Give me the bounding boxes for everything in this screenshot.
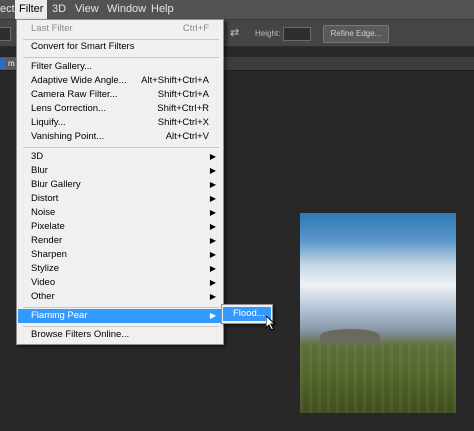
menu-item-adaptive-wide-angle[interactable]: Adaptive Wide Angle... Alt+Shift+Ctrl+A <box>18 74 222 88</box>
submenu-arrow-icon: ▶ <box>209 180 216 189</box>
submenu-blur-gallery-label: Blur Gallery <box>31 179 81 190</box>
document-photo[interactable] <box>300 213 456 413</box>
menu-item-camera-raw[interactable]: Camera Raw Filter... Shift+Ctrl+A <box>18 88 222 102</box>
photo-ground <box>300 343 456 413</box>
lens-correction-shortcut: Shift+Ctrl+R <box>157 103 209 114</box>
submenu-arrow-icon: ▶ <box>209 152 216 161</box>
submenu-other-label: Other <box>31 291 55 302</box>
submenu-arrow-icon: ▶ <box>209 194 216 203</box>
photo-hill <box>320 329 380 343</box>
adaptive-wide-angle-shortcut: Alt+Shift+Ctrl+A <box>141 75 209 86</box>
menu-item-pixelate[interactable]: Pixelate ▶ <box>18 220 222 234</box>
menu-item-render[interactable]: Render ▶ <box>18 234 222 248</box>
menu-item-flood[interactable]: Flood... <box>223 307 271 321</box>
submenu-stylize-label: Stylize <box>31 263 59 274</box>
menu-item-sharpen[interactable]: Sharpen ▶ <box>18 248 222 262</box>
submenu-arrow-icon: ▶ <box>209 222 216 231</box>
menu-help[interactable]: Help <box>151 0 174 19</box>
menu-item-blur[interactable]: Blur ▶ <box>18 164 222 178</box>
refine-edge-button[interactable]: Refine Edge... <box>323 25 389 43</box>
menu-item-distort[interactable]: Distort ▶ <box>18 192 222 206</box>
menu-item-video[interactable]: Video ▶ <box>18 276 222 290</box>
height-label: Height: <box>255 29 281 38</box>
last-filter-shortcut: Ctrl+F <box>182 23 209 34</box>
menu-item-vanishing-point[interactable]: Vanishing Point... Alt+Ctrl+V <box>18 130 222 144</box>
submenu-arrow-icon: ▶ <box>209 292 216 301</box>
menu-filter[interactable]: Filter <box>15 0 48 19</box>
menu-3d[interactable]: 3D <box>52 0 66 19</box>
camera-raw-label: Camera Raw Filter... <box>31 89 118 100</box>
menu-item-stylize[interactable]: Stylize ▶ <box>18 262 222 276</box>
menu-item-last-filter[interactable]: Last Filter Ctrl+F <box>18 22 222 36</box>
menu-item-liquify[interactable]: Liquify... Shift+Ctrl+X <box>18 116 222 130</box>
submenu-blur-label: Blur <box>31 165 48 176</box>
submenu-render-label: Render <box>31 235 63 246</box>
menu-window[interactable]: Window <box>107 0 146 19</box>
submenu-arrow-icon: ▶ <box>209 166 216 175</box>
filter-menu: Last Filter Ctrl+F Convert for Smart Fil… <box>16 19 224 345</box>
menu-select[interactable]: ect <box>0 0 15 19</box>
flood-label: Flood... <box>233 308 265 319</box>
submenu-noise-label: Noise <box>31 207 56 218</box>
menu-separator <box>23 307 219 308</box>
menu-item-convert-smart-filters[interactable]: Convert for Smart Filters <box>18 40 222 54</box>
submenu-arrow-icon: ▶ <box>209 311 216 320</box>
menu-item-flaming-pear[interactable]: Flaming Pear ▶ <box>18 309 222 323</box>
menu-item-lens-correction[interactable]: Lens Correction... Shift+Ctrl+R <box>18 102 222 116</box>
submenu-arrow-icon: ▶ <box>209 250 216 259</box>
convert-smart-label: Convert for Smart Filters <box>31 41 135 52</box>
menu-item-browse-filters-online[interactable]: Browse Filters Online... <box>18 328 222 342</box>
submenu-arrow-icon: ▶ <box>209 264 216 273</box>
menu-bar: ect Filter 3D View Window Help <box>0 0 474 20</box>
menu-separator <box>23 57 219 58</box>
swap-icon[interactable]: ⇄ <box>230 26 239 39</box>
submenu-3d-label: 3D <box>31 151 44 162</box>
menu-item-filter-gallery[interactable]: Filter Gallery... <box>18 60 222 74</box>
document-icon <box>0 58 6 69</box>
menu-separator <box>23 147 219 148</box>
submenu-pixelate-label: Pixelate <box>31 221 65 232</box>
browse-online-label: Browse Filters Online... <box>31 329 130 340</box>
liquify-label: Liquify... <box>31 117 66 128</box>
menu-view[interactable]: View <box>75 0 99 19</box>
submenu-arrow-icon: ▶ <box>209 278 216 287</box>
submenu-distort-label: Distort <box>31 193 59 204</box>
mouse-cursor-icon <box>266 316 277 331</box>
menu-item-noise[interactable]: Noise ▶ <box>18 206 222 220</box>
vanishing-point-label: Vanishing Point... <box>31 131 105 142</box>
submenu-video-label: Video <box>31 277 56 288</box>
flaming-pear-label: Flaming Pear <box>31 310 88 321</box>
option-field[interactable] <box>0 27 11 41</box>
submenu-arrow-icon: ▶ <box>209 208 216 217</box>
menu-item-3d[interactable]: 3D ▶ <box>18 150 222 164</box>
camera-raw-shortcut: Shift+Ctrl+A <box>157 89 209 100</box>
height-input[interactable] <box>283 27 311 41</box>
lens-correction-label: Lens Correction... <box>31 103 106 114</box>
submenu-arrow-icon: ▶ <box>209 236 216 245</box>
vanishing-point-shortcut: Alt+Ctrl+V <box>165 131 209 142</box>
document-tab-label: m <box>8 59 15 68</box>
options-divider <box>225 22 228 44</box>
menu-item-other[interactable]: Other ▶ <box>18 290 222 304</box>
menu-item-blur-gallery[interactable]: Blur Gallery ▶ <box>18 178 222 192</box>
menu-separator <box>23 326 219 327</box>
filter-gallery-label: Filter Gallery... <box>31 61 93 72</box>
last-filter-label: Last Filter <box>31 23 73 34</box>
adaptive-wide-angle-label: Adaptive Wide Angle... <box>31 75 127 86</box>
submenu-sharpen-label: Sharpen <box>31 249 67 260</box>
liquify-shortcut: Shift+Ctrl+X <box>157 117 209 128</box>
